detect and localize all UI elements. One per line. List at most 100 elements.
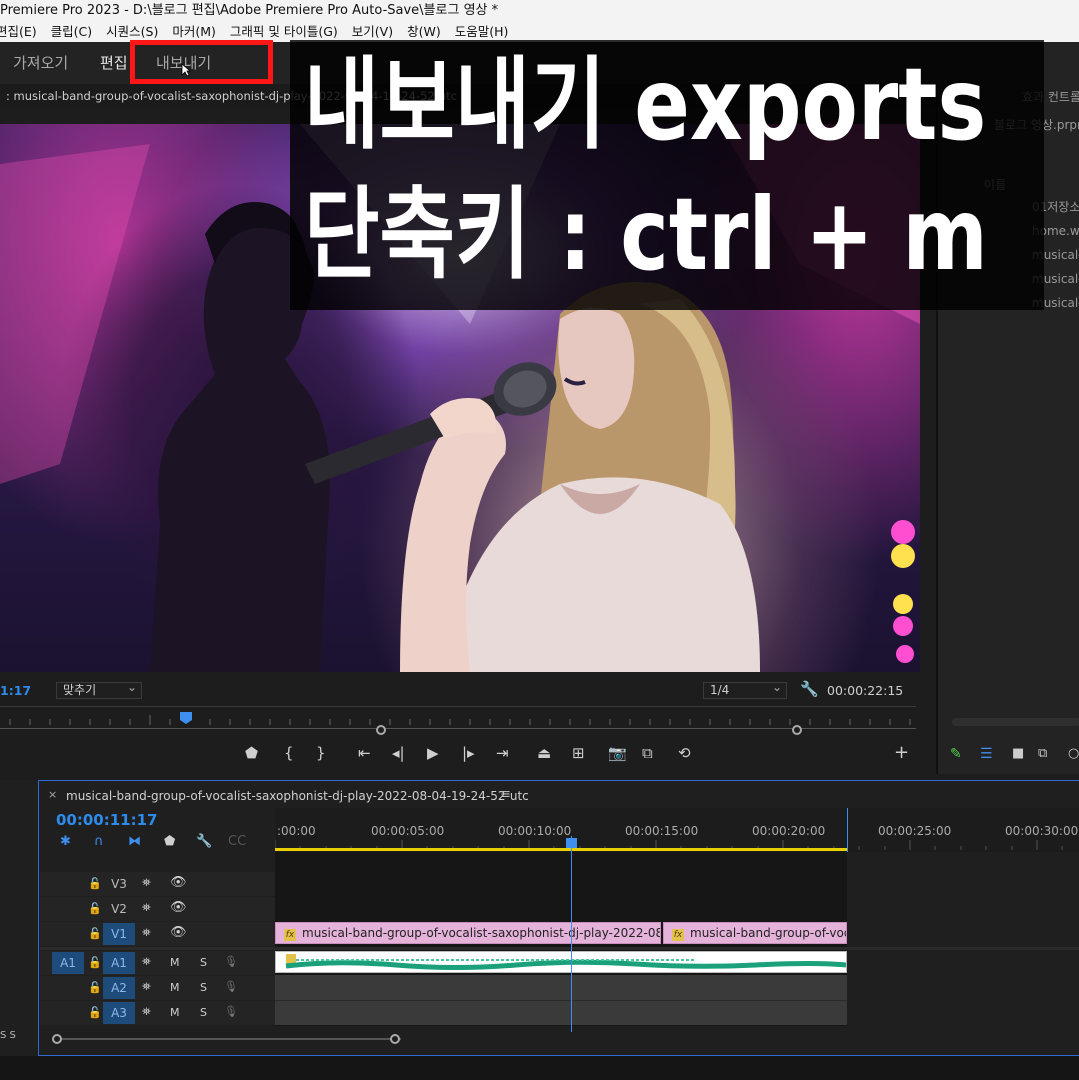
extract-icon[interactable]: ⊞ [572, 744, 585, 762]
sequence-tab[interactable]: musical-band-group-of-vocalist-saxophoni… [66, 789, 529, 803]
solo-button[interactable]: S [200, 956, 207, 969]
monitor-time-ruler[interactable] [0, 706, 916, 726]
timeline-settings-icon[interactable]: 🔧 [196, 834, 212, 849]
eye-icon[interactable]: 👁 [170, 925, 187, 940]
icon-view-icon[interactable]: ■ [1012, 746, 1024, 761]
proxy-toggle-icon[interactable]: ⟲ [678, 744, 691, 762]
playhead-line [571, 836, 572, 1032]
shortcut-overlay-banner: 내보내기 exports 단축키 : ctrl + m [290, 40, 1044, 310]
add-marker-icon[interactable]: ⬟ [245, 744, 258, 762]
timeline-empty-area[interactable] [847, 852, 1079, 1026]
solo-button[interactable]: S [200, 1006, 207, 1019]
menu-clip[interactable]: 클립(C) [51, 22, 92, 42]
mute-button[interactable]: M [170, 956, 180, 969]
ruler-label: 00:00:30:00 [1005, 824, 1079, 838]
source-patch-a1[interactable]: A1 [52, 952, 84, 974]
linked-selection-icon[interactable]: ⧓ [128, 834, 141, 849]
timeline-ruler[interactable]: :00:00 00:00:05:00 00:00:10:00 00:00:15:… [275, 808, 1079, 852]
tab-edit[interactable]: 편집 [100, 52, 128, 73]
mute-button[interactable]: M [170, 1006, 180, 1019]
monitor-current-timecode[interactable]: 1:17 [0, 683, 31, 698]
tab-import[interactable]: 가져오기 [13, 52, 68, 73]
add-marker-icon[interactable]: ⬟ [164, 834, 175, 849]
track-header-a3: 🔓 A3 ⛯ M S 🎙 [40, 1001, 275, 1025]
menu-marker[interactable]: 마커(M) [172, 22, 216, 42]
work-area-bar[interactable] [275, 848, 847, 851]
lock-icon[interactable]: 🔓 [88, 877, 102, 890]
video-clip-2[interactable]: fx musical-band-group-of-voc [663, 922, 847, 944]
clip-name: musical-band-group-of-vocalist-saxophoni… [302, 926, 661, 940]
step-forward-icon[interactable]: |▸ [462, 744, 475, 762]
pencil-icon[interactable]: ✎ [950, 746, 962, 762]
mute-button[interactable]: M [170, 981, 180, 994]
zoom-handle-left[interactable] [52, 1034, 62, 1044]
zoom-slider-icon[interactable]: ○ [1068, 746, 1079, 761]
ruler-label: 00:00:20:00 [752, 824, 826, 838]
sync-lock-icon[interactable]: ⛯ [142, 955, 151, 969]
timeline-zoom-scrollbar[interactable] [52, 1034, 1079, 1044]
resolution-dropdown[interactable]: 1/4 [703, 680, 787, 699]
microphone-icon[interactable]: 🎙 [224, 955, 238, 968]
sync-lock-icon[interactable]: ⛯ [142, 876, 151, 890]
freeform-view-icon[interactable]: ⧉ [1038, 746, 1047, 761]
project-scrollbar[interactable] [952, 718, 1079, 726]
eye-icon[interactable]: 👁 [170, 875, 187, 890]
sync-lock-icon[interactable]: ⛯ [142, 1005, 151, 1019]
overlay-title: 내보내기 exports [304, 46, 987, 163]
timeline-timecode[interactable]: 00:00:11:17 [56, 811, 158, 829]
zoom-handle-right[interactable] [390, 1034, 400, 1044]
mark-in-icon[interactable]: { [284, 744, 294, 762]
monitor-zoom-scrollbar[interactable] [0, 725, 916, 735]
fx-badge-icon: fx [672, 929, 684, 941]
microphone-icon[interactable]: 🎙 [224, 1005, 238, 1018]
lock-icon[interactable]: 🔓 [88, 927, 102, 940]
lock-icon[interactable]: 🔓 [88, 1006, 102, 1019]
mark-out-icon[interactable]: } [316, 744, 326, 762]
track-name-v1[interactable]: V1 [103, 923, 135, 945]
snap-icon[interactable]: ∩ [94, 834, 104, 849]
menu-window[interactable]: 창(W) [407, 22, 441, 42]
go-to-in-icon[interactable]: ⇤ [358, 744, 371, 762]
video-clip-1[interactable]: fx musical-band-group-of-vocalist-saxopho… [275, 922, 661, 944]
zoom-handle-left[interactable] [376, 725, 386, 735]
menu-edit[interactable]: 편집(E) [0, 22, 37, 42]
solo-button[interactable]: S [200, 981, 207, 994]
audio-clip-1[interactable] [275, 951, 847, 973]
export-frame-icon[interactable]: 📷 [608, 744, 627, 762]
track-name-a3[interactable]: A3 [103, 1002, 135, 1024]
compare-view-icon[interactable]: ⧉ [642, 744, 653, 762]
track-name-a1[interactable]: A1 [103, 952, 135, 974]
sync-lock-icon[interactable]: ⛯ [142, 901, 151, 915]
ruler-label: 00:00:05:00 [371, 824, 445, 838]
menu-help[interactable]: 도움말(H) [455, 22, 509, 42]
sync-lock-icon[interactable]: ⛯ [142, 926, 151, 940]
lift-icon[interactable]: ⏏ [537, 744, 551, 762]
play-icon[interactable]: ▶ [427, 744, 439, 762]
zoom-handle-right[interactable] [792, 725, 802, 735]
go-to-out-icon[interactable]: ⇥ [496, 744, 509, 762]
wrench-icon[interactable]: 🔧 [800, 680, 819, 698]
captions-icon[interactable]: CC [228, 834, 246, 849]
track-divider [275, 1000, 847, 1001]
lock-icon[interactable]: 🔓 [88, 956, 102, 969]
fit-dropdown[interactable]: 맞추기 [56, 680, 142, 699]
nest-icon[interactable]: ✱ [60, 834, 71, 849]
panel-menu-icon[interactable]: ≡ [500, 787, 511, 802]
step-back-icon[interactable]: ◂| [392, 744, 405, 762]
list-view-icon[interactable]: ☰ [980, 746, 993, 762]
menu-graphics[interactable]: 그래픽 및 타이틀(G) [230, 22, 338, 42]
sync-lock-icon[interactable]: ⛯ [142, 980, 151, 994]
lock-icon[interactable]: 🔓 [88, 981, 102, 994]
track-name-a2[interactable]: A2 [103, 977, 135, 999]
menu-sequence[interactable]: 시퀀스(S) [106, 22, 158, 42]
button-editor-icon[interactable]: + [894, 742, 909, 763]
eye-icon[interactable]: 👁 [170, 900, 187, 915]
menu-view[interactable]: 보기(V) [352, 22, 393, 42]
track-name-v2[interactable]: V2 [106, 898, 132, 920]
lock-icon[interactable]: 🔓 [88, 902, 102, 915]
microphone-icon[interactable]: 🎙 [224, 980, 238, 993]
overlay-shortcut: 단축키 : ctrl + m [304, 176, 988, 293]
scrollbar-thumb[interactable] [56, 1038, 401, 1040]
close-icon[interactable]: × [48, 788, 57, 801]
track-name-v3[interactable]: V3 [106, 873, 132, 895]
